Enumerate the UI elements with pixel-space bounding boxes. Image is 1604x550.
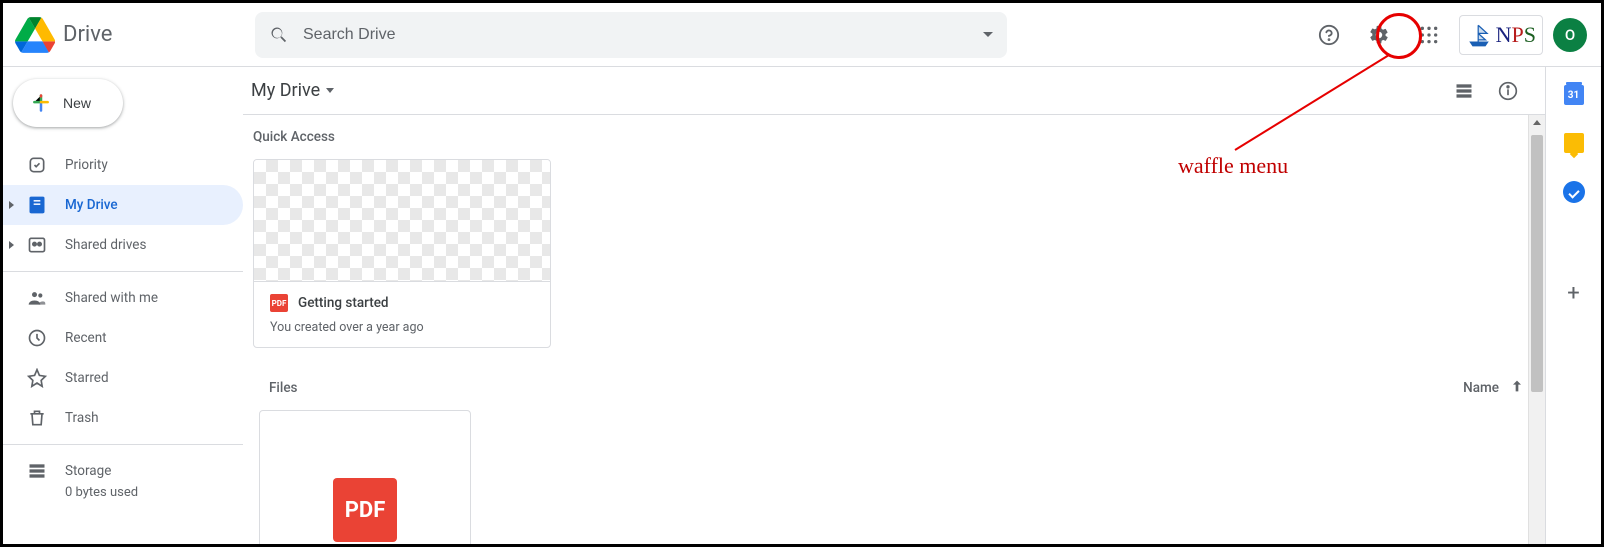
- nps-n: N: [1496, 22, 1512, 47]
- new-button-label: New: [63, 95, 91, 111]
- expand-caret-icon[interactable]: [9, 201, 14, 209]
- chevron-down-icon: [326, 88, 334, 93]
- shared-drives-icon: [27, 235, 47, 255]
- tasks-app-icon[interactable]: [1563, 181, 1585, 203]
- pdf-file-icon: PDF: [333, 478, 397, 542]
- list-view-button[interactable]: [1447, 74, 1481, 108]
- ship-icon: [1466, 22, 1492, 48]
- sort-arrow-icon[interactable]: [1509, 378, 1525, 398]
- quick-access-card[interactable]: PDF Getting started You created over a y…: [253, 159, 551, 348]
- search-options-caret-icon[interactable]: [983, 32, 993, 37]
- recent-icon: [27, 328, 47, 348]
- qa-card-title: Getting started: [298, 295, 389, 311]
- sidebar-item-label: Recent: [65, 330, 107, 346]
- list-icon: [1454, 81, 1474, 101]
- sidebar-item-label: Shared with me: [65, 290, 158, 306]
- scrollbar-thumb[interactable]: [1531, 135, 1543, 392]
- info-icon: [1498, 81, 1518, 101]
- keep-app-icon[interactable]: [1564, 133, 1584, 153]
- breadcrumb[interactable]: My Drive: [251, 80, 334, 101]
- main-area: My Drive Quick Access PDF G: [243, 67, 1545, 544]
- waffle-icon: [1419, 25, 1439, 45]
- sidebar-item-storage[interactable]: Storage: [3, 451, 243, 491]
- main-header: My Drive: [243, 67, 1545, 115]
- org-badge[interactable]: NPS: [1459, 15, 1543, 55]
- new-button[interactable]: New: [13, 79, 123, 127]
- sidebar-item-recent[interactable]: Recent: [3, 318, 243, 358]
- qa-thumbnail: [254, 160, 550, 282]
- settings-button[interactable]: [1359, 15, 1399, 55]
- my-drive-icon: [27, 195, 47, 215]
- files-section-label: Files: [269, 380, 298, 396]
- sidebar-item-label: Shared drives: [65, 237, 146, 253]
- star-icon: [27, 368, 47, 388]
- details-button[interactable]: [1491, 74, 1525, 108]
- sidebar-item-label: Storage: [65, 463, 111, 479]
- scrollbar[interactable]: [1528, 115, 1545, 544]
- trash-icon: [27, 408, 47, 428]
- product-name: Drive: [63, 22, 112, 47]
- storage-icon: [27, 461, 47, 481]
- side-panel: 31 +: [1545, 67, 1601, 544]
- sidebar-item-shared-with-me[interactable]: Shared with me: [3, 278, 243, 318]
- shared-with-me-icon: [27, 288, 47, 308]
- search-icon: [269, 25, 289, 45]
- nps-p: P: [1512, 22, 1524, 47]
- qa-card-subtitle: You created over a year ago: [270, 320, 534, 335]
- sidebar-item-starred[interactable]: Starred: [3, 358, 243, 398]
- logo-block[interactable]: Drive: [15, 15, 255, 55]
- scroll-up-icon[interactable]: [1533, 120, 1541, 125]
- search-bar[interactable]: [255, 12, 1007, 58]
- gear-icon: [1368, 24, 1390, 46]
- account-avatar[interactable]: O: [1553, 18, 1587, 52]
- apps-button[interactable]: [1409, 15, 1449, 55]
- sidebar-item-label: Priority: [65, 157, 108, 173]
- calendar-app-icon[interactable]: 31: [1564, 85, 1584, 105]
- breadcrumb-label: My Drive: [251, 80, 320, 101]
- plus-icon: [31, 93, 51, 113]
- help-button[interactable]: [1309, 15, 1349, 55]
- search-input[interactable]: [303, 26, 969, 44]
- add-addon-button[interactable]: +: [1567, 281, 1579, 306]
- drive-logo-icon: [15, 15, 55, 55]
- sidebar-item-label: My Drive: [65, 197, 118, 213]
- pdf-badge-icon: PDF: [270, 294, 288, 312]
- header-icons: NPS O: [1309, 15, 1587, 55]
- sidebar-item-priority[interactable]: Priority: [3, 145, 243, 185]
- sidebar-item-my-drive[interactable]: My Drive: [3, 185, 243, 225]
- quick-access-label: Quick Access: [253, 129, 1535, 145]
- sidebar: New Priority My Drive Sha: [3, 67, 243, 544]
- file-card[interactable]: PDF: [259, 410, 471, 544]
- sidebar-item-shared-drives[interactable]: Shared drives: [3, 225, 243, 265]
- sort-column-label[interactable]: Name: [1463, 380, 1499, 396]
- sidebar-item-label: Trash: [65, 410, 99, 426]
- nps-s: S: [1524, 22, 1536, 47]
- app-header: Drive NPS O: [3, 3, 1601, 67]
- expand-caret-icon[interactable]: [9, 241, 14, 249]
- help-icon: [1318, 24, 1340, 46]
- priority-icon: [27, 155, 47, 175]
- main-content: Quick Access PDF Getting started You cre…: [243, 115, 1545, 544]
- sidebar-item-trash[interactable]: Trash: [3, 398, 243, 438]
- sidebar-item-label: Starred: [65, 370, 109, 386]
